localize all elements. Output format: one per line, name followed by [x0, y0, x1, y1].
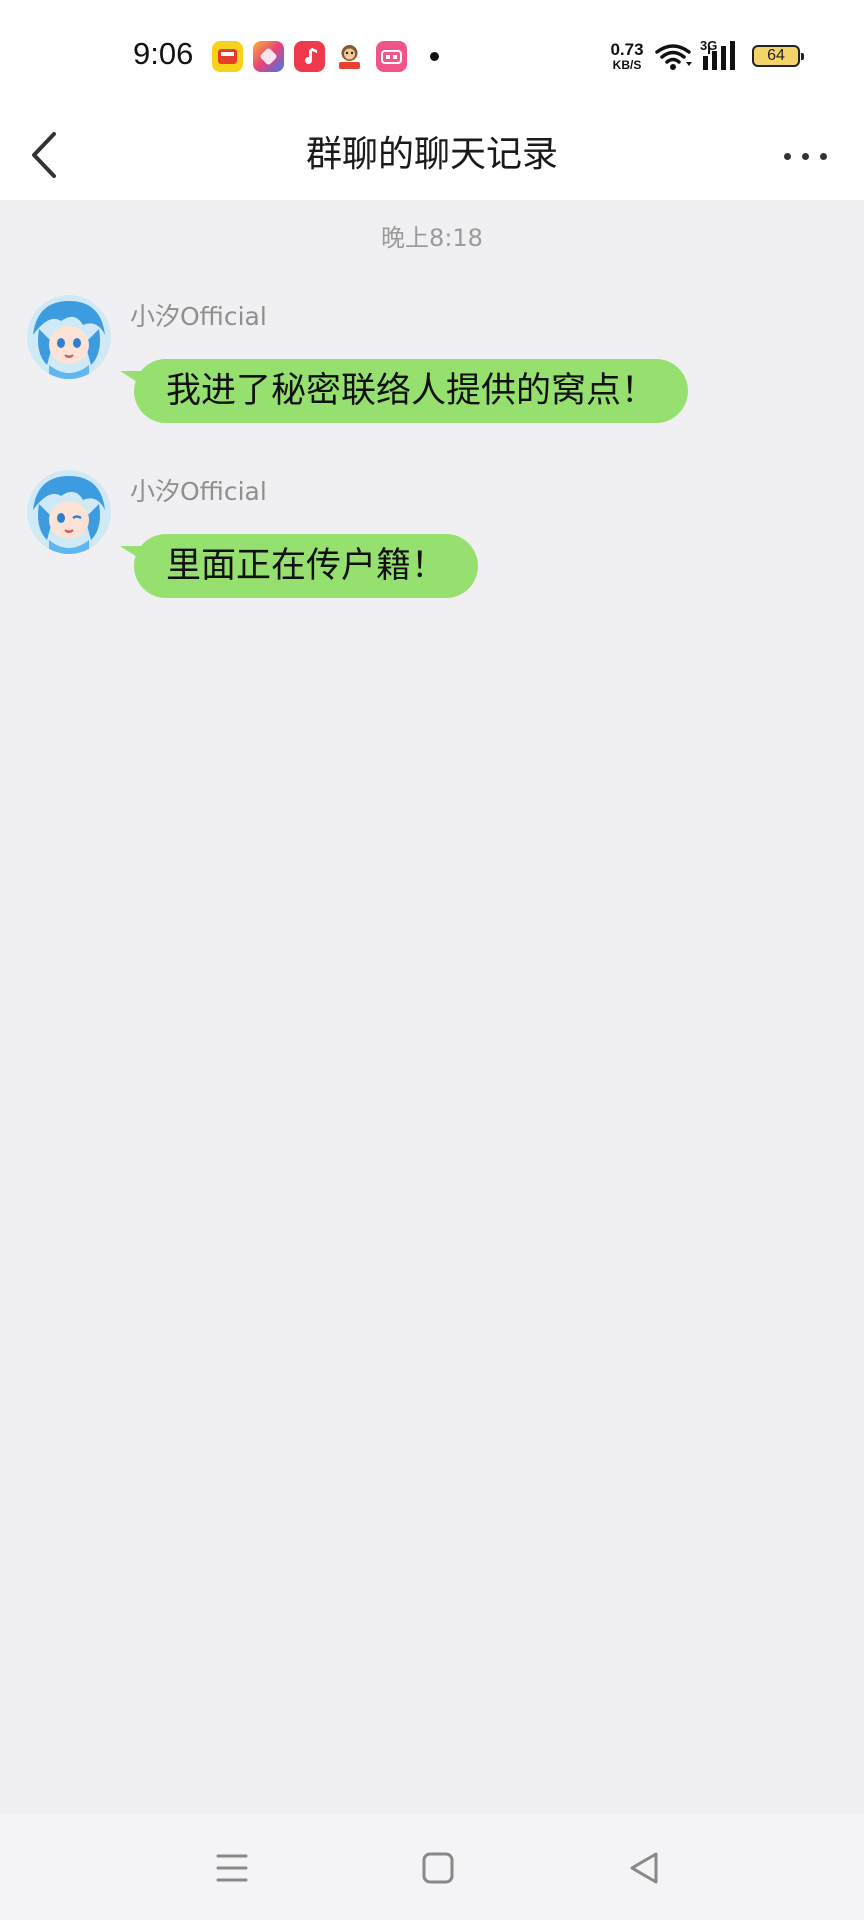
menu-button[interactable] [208, 1844, 256, 1892]
app-icon-monkey [334, 41, 365, 72]
more-dots-icon [784, 153, 791, 160]
more-button[interactable] [778, 136, 834, 176]
title-bar: 群聊的聊天记录 [0, 110, 864, 200]
net-speed-unit: KB/S [612, 58, 642, 72]
home-icon [422, 1852, 454, 1884]
status-time: 9:06 [133, 36, 194, 71]
net-speed-value: 0.73 [610, 40, 644, 59]
battery-level: 64 [767, 47, 785, 64]
battery-icon: 64 [752, 45, 804, 67]
net-speed: 0.73 KB/S [606, 41, 648, 71]
app-icon-pink [376, 41, 407, 72]
back-triangle-icon [630, 1852, 658, 1884]
app-icon-blue [253, 41, 284, 72]
notification-dot [430, 52, 439, 61]
avatar[interactable] [27, 295, 111, 379]
chat-timestamp: 晚上8:18 [381, 224, 483, 252]
avatar[interactable] [27, 470, 111, 554]
menu-icon [216, 1854, 248, 1882]
sender-name: 小汐Official [130, 302, 267, 331]
app-icon-music [294, 41, 325, 72]
wifi-icon [654, 42, 692, 76]
home-button[interactable] [414, 1844, 462, 1892]
status-bar: 9:06 0.73 KB/S 3G 64 [0, 0, 864, 110]
page-title: 群聊的聊天记录 [305, 134, 558, 175]
back-nav-button[interactable] [620, 1844, 668, 1892]
app-icon-yellow [212, 41, 243, 72]
message-bubble[interactable]: 我进了秘密联络人提供的窝点！ [134, 359, 689, 423]
sender-name: 小汐Official [130, 477, 267, 506]
system-nav-bar [0, 1814, 864, 1920]
message-bubble[interactable]: 里面正在传户籍！ [134, 534, 479, 598]
